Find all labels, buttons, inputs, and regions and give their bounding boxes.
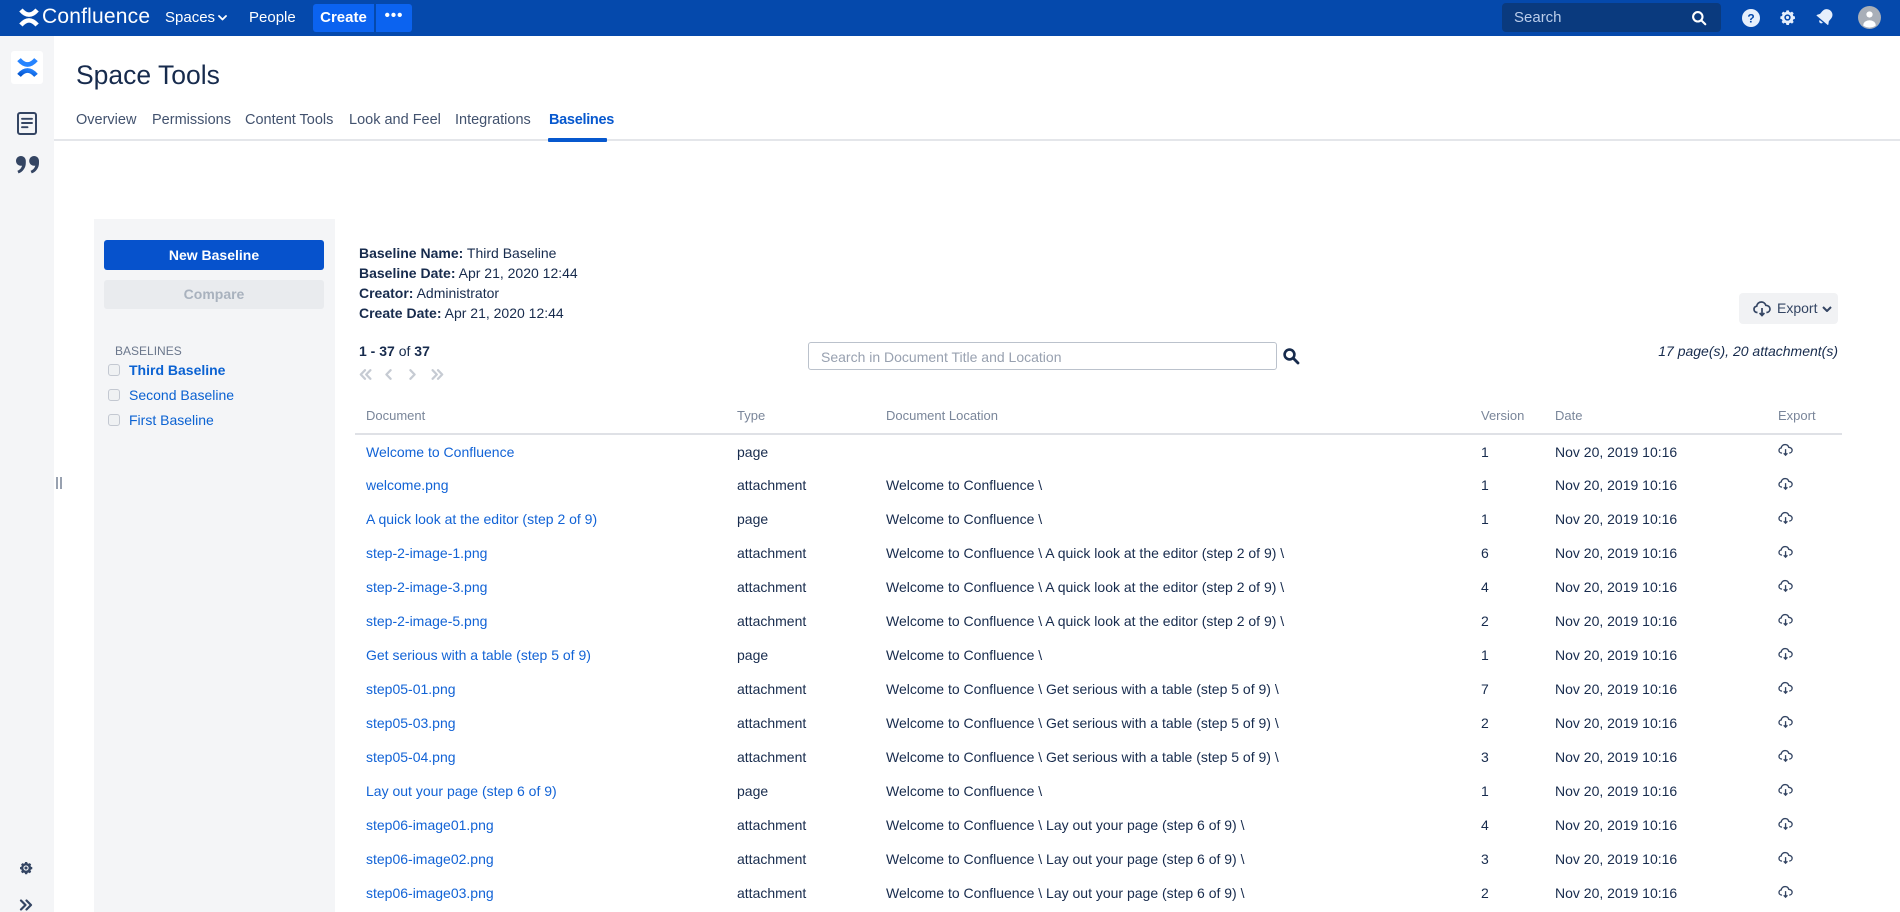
svg-text:?: ? bbox=[1747, 11, 1754, 25]
